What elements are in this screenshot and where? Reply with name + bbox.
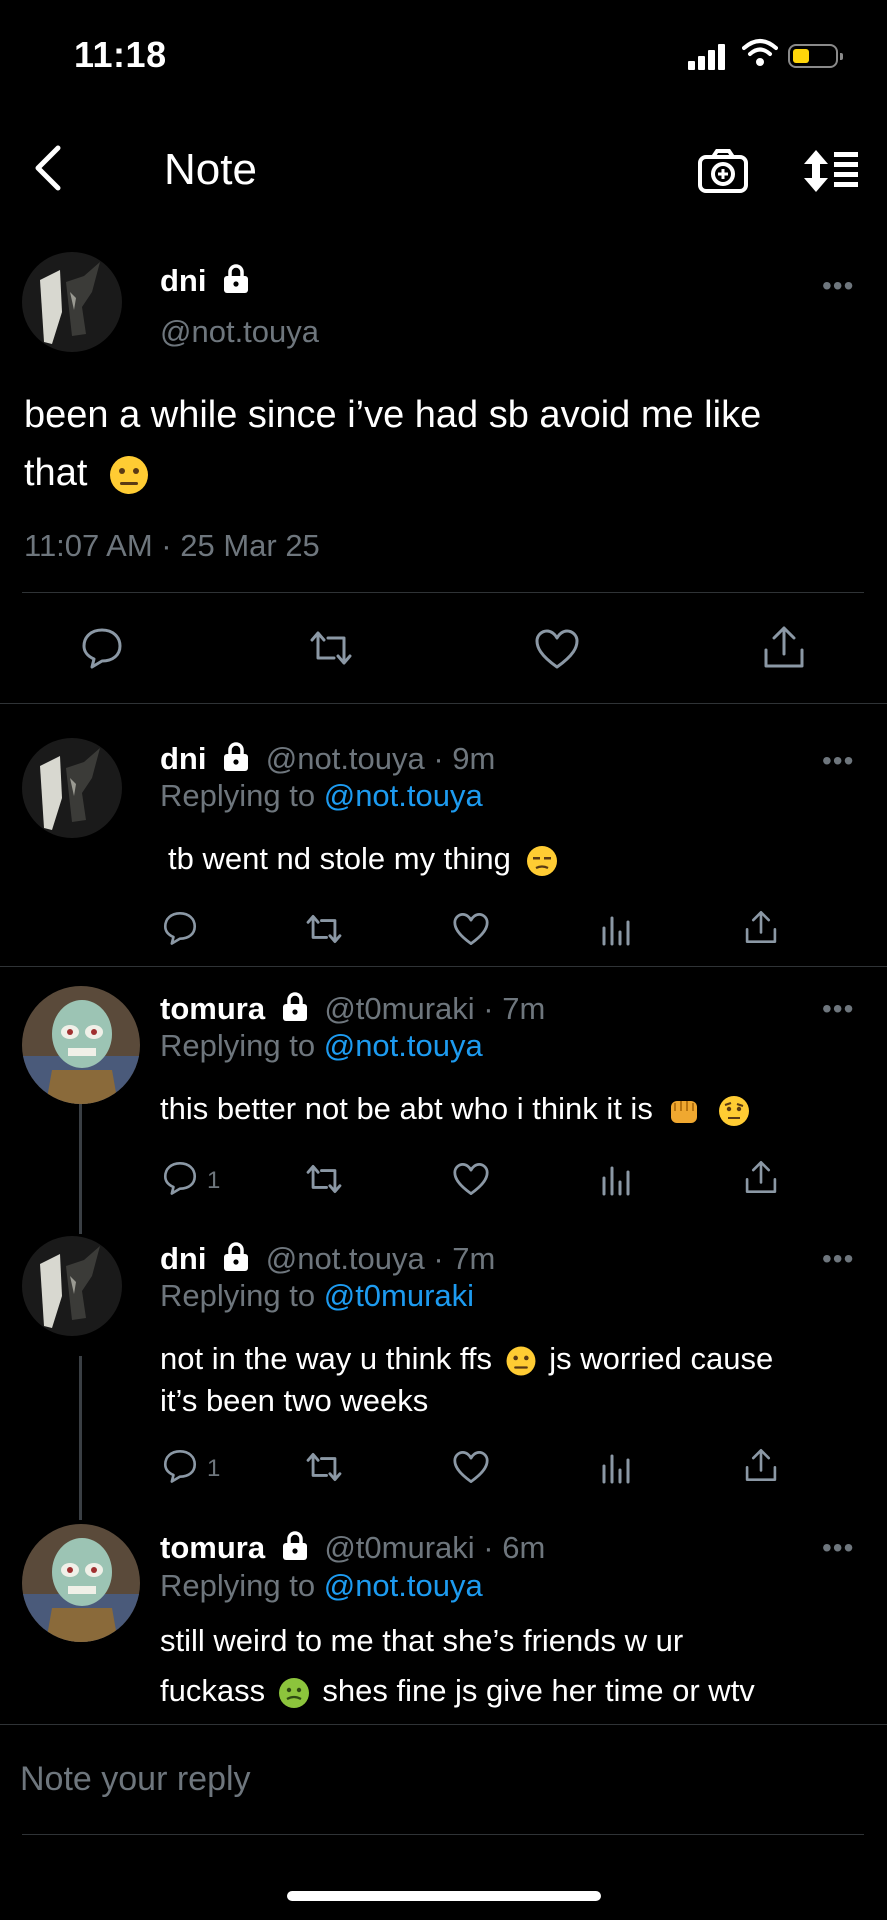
like-icon[interactable] [452,1162,490,1196]
reply-handle[interactable]: @not.touya · 9m [266,741,496,776]
more-icon[interactable]: ••• [822,993,854,1025]
page-title: Note [164,145,257,194]
like-icon[interactable] [452,912,490,946]
comment-icon[interactable] [162,1448,198,1484]
nauseated-face-emoji-icon [278,1677,309,1708]
raised-eyebrow-emoji-icon [719,1095,750,1126]
home-indicator[interactable] [287,1891,601,1901]
share-icon[interactable] [762,624,806,670]
replying-to-link[interactable]: @not.touya [324,1028,483,1063]
replying-to-prefix: Replying to [160,1568,316,1603]
lock-icon [224,264,249,293]
avatar[interactable] [22,1524,140,1642]
lock-icon [224,1242,249,1271]
more-icon[interactable]: ••• [822,270,854,302]
fist-emoji-icon [671,1100,698,1123]
thread-line [79,1356,82,1520]
like-icon[interactable] [452,1450,490,1484]
reply-text: tb went nd stole my thing [168,838,558,880]
reply-count: 1 [207,1167,221,1194]
reply-count: 1 [207,1455,221,1482]
renote-icon[interactable] [306,628,356,668]
replying-to: Replying to @not.touya [160,1568,483,1604]
more-icon[interactable]: ••• [822,1243,854,1275]
reply-text-content: tb went nd stole my thing [168,841,511,876]
wifi-icon [742,39,778,66]
comment-icon[interactable] [162,1160,198,1196]
replying-to: Replying to @not.touya [160,1028,483,1064]
reply-text: still weird to me that she’s friends w u… [160,1616,870,1716]
reply-header: dni @not.touya · 9m [160,741,495,777]
reply-handle[interactable]: @t0muraki · 6m [324,1530,545,1565]
avatar[interactable] [22,738,122,838]
reply-text: this better not be abt who i think it is [160,1088,750,1130]
reply-author-name: dni [160,1241,207,1276]
more-icon[interactable]: ••• [822,1532,854,1564]
replying-to: Replying to @t0muraki [160,1278,474,1314]
reply-text-line-2: it’s been two weeks [160,1383,429,1418]
more-icon[interactable]: ••• [822,745,854,777]
reply-text-line-2a: fuckass [160,1673,266,1708]
lock-icon [282,1531,307,1560]
reply-header: tomura @t0muraki · 7m [160,991,545,1027]
stats-icon[interactable] [600,912,632,946]
reply-text-line-1b: js worried cause [549,1341,774,1376]
post-text-line-1: been a while since i’ve had sb avoid me … [24,394,762,436]
reply-text-line-1: still weird to me that she’s friends w u… [160,1623,684,1658]
reply-text: not in the way u think ffs js worried ca… [160,1338,860,1422]
renote-icon[interactable] [303,1162,345,1196]
sort-icon[interactable] [802,148,860,194]
reply-author-name: dni [160,741,207,776]
thread-line [79,1104,82,1234]
reply-author-name: tomura [160,991,266,1026]
comment-icon[interactable] [80,626,124,670]
avatar[interactable] [22,1236,122,1336]
replying-to-prefix: Replying to [160,1278,316,1313]
avatar[interactable] [22,986,140,1104]
replying-to-link[interactable]: @t0muraki [324,1278,474,1313]
lock-icon [282,992,307,1021]
reply-header: dni @not.touya · 7m [160,1241,495,1277]
battery-icon [788,44,843,68]
replying-to-link[interactable]: @not.touya [324,778,483,813]
reply-handle[interactable]: @not.touya · 7m [266,1241,496,1276]
comment-icon[interactable] [162,910,198,946]
author-name-text: dni [160,263,207,298]
reply-text-line-2b: shes fine js give her time or wtv [322,1673,755,1708]
cell-signal-icon [688,42,728,70]
like-icon[interactable] [534,628,580,670]
reply-text-line-1: not in the way u think ffs [160,1341,493,1376]
neutral-face-emoji-icon [109,455,148,494]
share-icon[interactable] [744,1446,778,1484]
replying-to: Replying to @not.touya [160,778,483,814]
post-text-line-2: that [24,452,88,494]
status-time: 11:18 [74,34,167,75]
replying-to-prefix: Replying to [160,778,316,813]
reply-text-content: this better not be abt who i think it is [160,1091,653,1126]
replying-to-prefix: Replying to [160,1028,316,1063]
stats-icon[interactable] [600,1450,632,1484]
author-handle[interactable]: @not.touya [160,314,319,350]
reply-header: tomura @t0muraki · 6m [160,1530,545,1566]
lock-icon [224,742,249,771]
neutral-face-emoji-icon [506,1346,536,1376]
author-name: dni [160,263,251,299]
avatar[interactable] [22,252,122,352]
camera-plus-icon[interactable] [697,148,749,194]
share-icon[interactable] [744,1158,778,1196]
post-text: been a while since i’ve had sb avoid me … [24,386,864,502]
stats-icon[interactable] [600,1162,632,1196]
renote-icon[interactable] [303,1450,345,1484]
renote-icon[interactable] [303,912,345,946]
back-arrow-icon[interactable] [30,144,66,192]
replying-to-link[interactable]: @not.touya [324,1568,483,1603]
reply-author-name: tomura [160,1530,266,1565]
post-timestamp: 11:07 AM · 25 Mar 25 [24,528,320,563]
share-icon[interactable] [744,908,778,946]
unamused-face-emoji-icon [526,845,557,876]
reply-handle[interactable]: @t0muraki · 7m [324,991,545,1026]
reply-input[interactable]: Note your reply [20,1760,251,1799]
